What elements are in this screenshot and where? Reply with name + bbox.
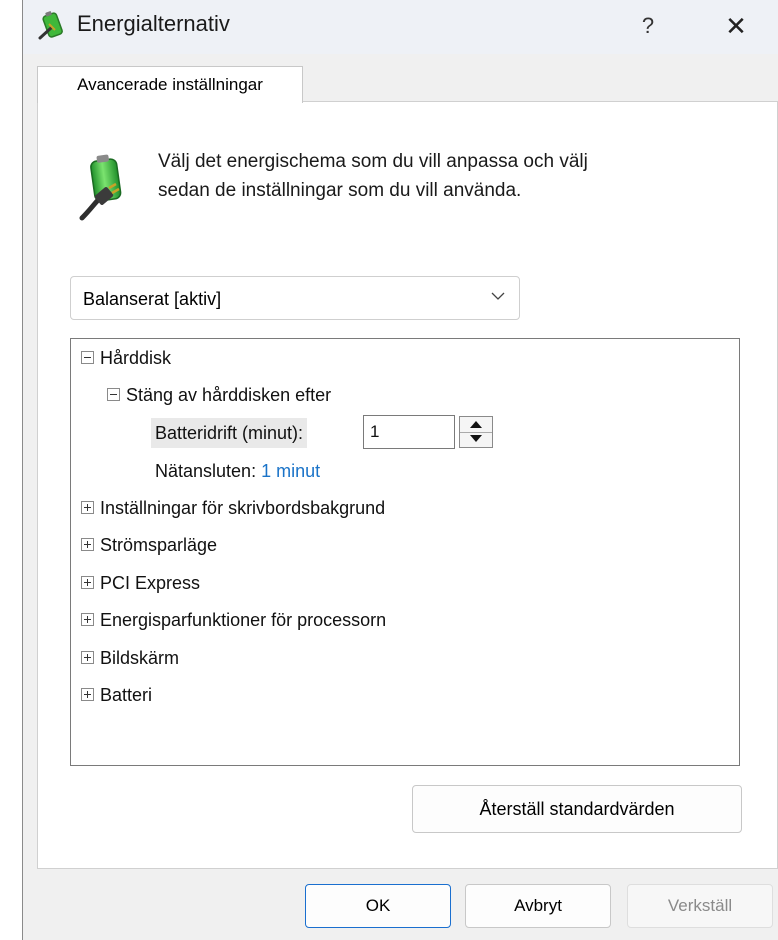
- plugged-in-value-link[interactable]: 1 minut: [261, 461, 320, 481]
- tree-item-label: PCI Express: [100, 573, 201, 593]
- battery-minutes-stepper[interactable]: 1: [363, 415, 495, 451]
- tree-item-label: Batteri: [100, 685, 153, 705]
- advanced-settings-panel: Välj det energischema som du vill anpass…: [37, 101, 778, 869]
- battery-plug-icon: [38, 11, 63, 40]
- expand-icon[interactable]: [81, 612, 94, 626]
- tree-item-harddisk[interactable]: Hårddisk: [81, 343, 171, 373]
- expand-icon[interactable]: [81, 687, 94, 701]
- tree-item-turn-off-harddisk[interactable]: Stäng av hårddisken efter: [107, 380, 331, 410]
- collapse-icon[interactable]: [107, 387, 120, 401]
- title-bar: Energialternativ ? ✕: [23, 0, 778, 54]
- power-options-dialog: Energialternativ ? ✕ Avancerade inställn…: [22, 0, 778, 940]
- tree-item-desktop-background[interactable]: Inställningar för skrivbordsbakgrund: [81, 493, 385, 523]
- expand-icon[interactable]: [81, 500, 94, 514]
- intro-text: Välj det energischema som du vill anpass…: [158, 147, 718, 205]
- settings-tree[interactable]: Hårddisk Stäng av hårddisken efter Batte…: [70, 338, 740, 766]
- power-plan-selected: Balanserat [aktiv]: [83, 289, 222, 309]
- plugged-in-label: Nätansluten:: [155, 461, 257, 481]
- intro-line-2: sedan de inställningar som du vill använ…: [158, 180, 522, 201]
- battery-plug-icon: [79, 154, 122, 221]
- ok-button[interactable]: OK: [305, 884, 451, 928]
- tree-item-label: Hårddisk: [100, 348, 172, 368]
- apply-button[interactable]: Verkställ: [627, 884, 773, 928]
- tree-item-battery[interactable]: Batteri: [81, 680, 152, 710]
- battery-minutes-input[interactable]: 1: [363, 415, 455, 449]
- expand-icon[interactable]: [81, 650, 94, 664]
- tree-item-pci-express[interactable]: PCI Express: [81, 568, 200, 598]
- window-title: Energialternativ: [77, 11, 230, 36]
- tab-advanced-settings[interactable]: Avancerade inställningar: [37, 66, 303, 103]
- restore-defaults-button[interactable]: Återställ standardvärden: [412, 785, 742, 833]
- tree-item-label: Inställningar för skrivbordsbakgrund: [100, 498, 386, 518]
- tree-item-display[interactable]: Bildskärm: [81, 643, 179, 673]
- collapse-icon[interactable]: [81, 350, 94, 364]
- close-button[interactable]: ✕: [713, 8, 759, 44]
- power-plan-dropdown[interactable]: Balanserat [aktiv]: [70, 276, 520, 320]
- intro-line-1: Välj det energischema som du vill anpass…: [158, 151, 588, 172]
- tree-item-label: Strömsparläge: [100, 535, 218, 555]
- chevron-down-icon: [491, 292, 505, 300]
- tree-item-processor-power[interactable]: Energisparfunktioner för processorn: [81, 605, 386, 635]
- tree-item-label: Energisparfunktioner för processorn: [100, 610, 387, 630]
- tree-item-battery-setting: Batteridrift (minut): 1: [151, 415, 493, 449]
- help-button[interactable]: ?: [625, 8, 671, 44]
- cancel-button[interactable]: Avbryt: [465, 884, 611, 928]
- stepper-down-icon[interactable]: [460, 432, 492, 447]
- stepper-up-icon[interactable]: [460, 417, 492, 433]
- tree-item-plugged-in: Nätansluten: 1 minut: [155, 456, 320, 486]
- expand-icon[interactable]: [81, 537, 94, 551]
- stepper-buttons: [459, 416, 493, 448]
- tree-item-label: Stäng av hårddisken efter: [126, 385, 332, 405]
- expand-icon[interactable]: [81, 575, 94, 589]
- tree-item-sleep[interactable]: Strömsparläge: [81, 530, 217, 560]
- tree-item-label: Bildskärm: [100, 648, 180, 668]
- battery-setting-label: Batteridrift (minut):: [151, 418, 308, 448]
